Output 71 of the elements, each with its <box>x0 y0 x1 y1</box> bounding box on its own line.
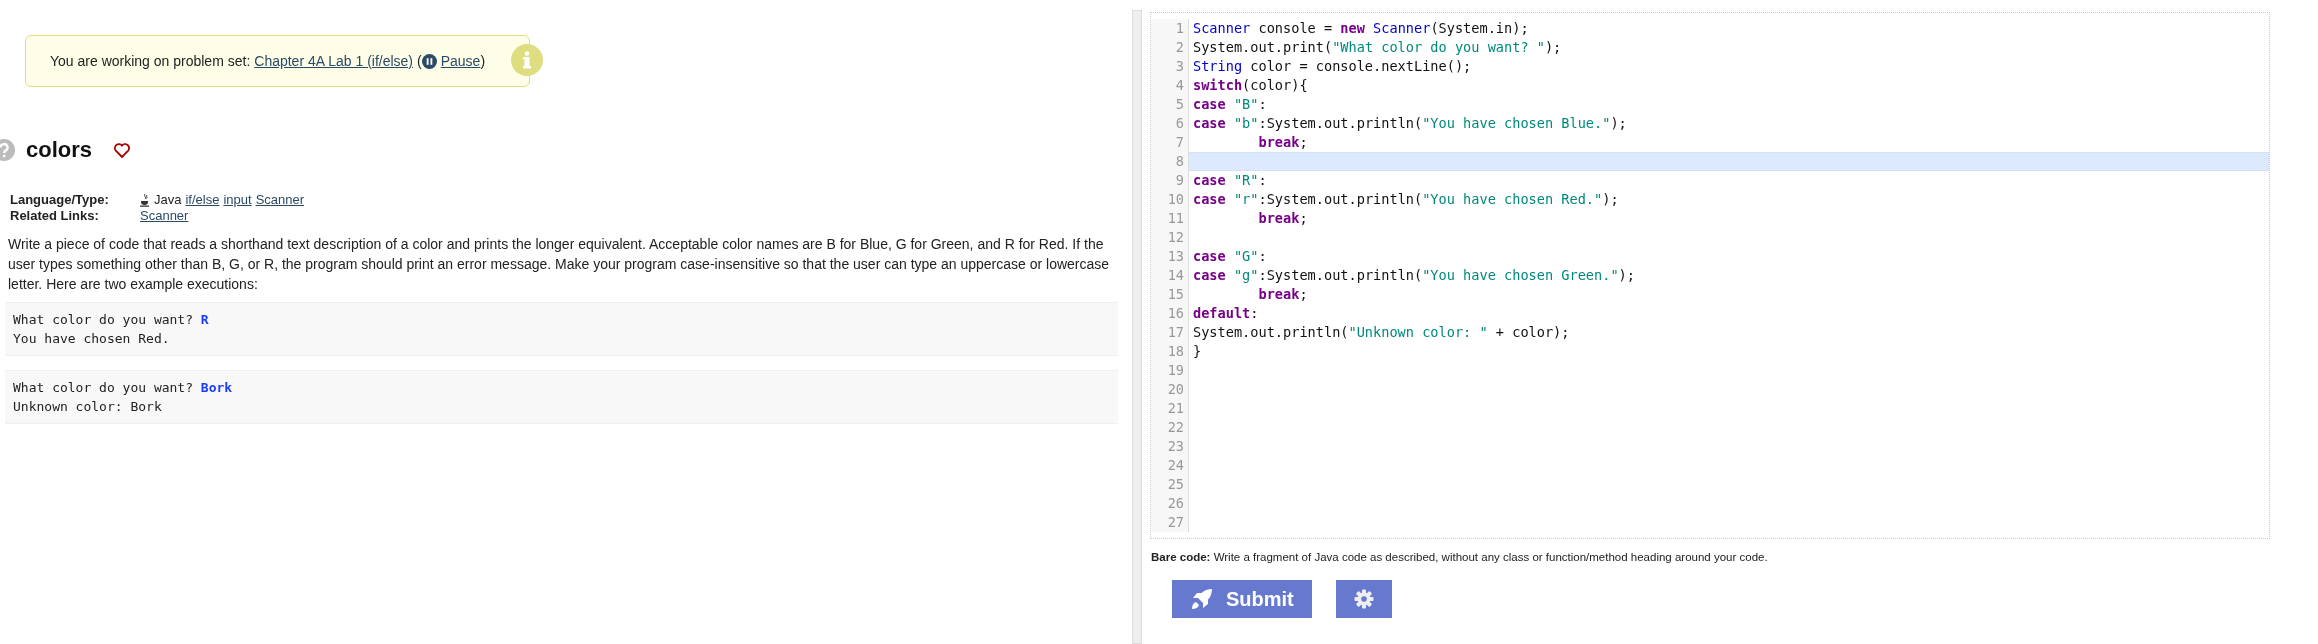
banner-text: You are working on problem set: <box>50 51 251 71</box>
heart-icon[interactable] <box>114 142 131 158</box>
output-line: Unknown color: Bork <box>13 398 163 416</box>
code-line: } <box>1192 342 1202 361</box>
line-number: 1 <box>1151 19 1189 38</box>
line-number: 21 <box>1151 399 1189 418</box>
line-number: 14 <box>1151 266 1189 285</box>
topic-link[interactable]: input <box>223 192 252 208</box>
line-number: 17 <box>1151 323 1189 342</box>
code-line: String color = console.nextLine(); <box>1192 57 1472 76</box>
line-number: 16 <box>1151 304 1189 323</box>
code-line: default: <box>1192 304 1259 323</box>
language-name: Java <box>154 192 182 208</box>
code-line: Scanner console = new Scanner(System.in); <box>1192 19 1529 38</box>
meta-label: Language/Type: <box>10 192 110 208</box>
code-editor[interactable] <box>1150 12 2270 539</box>
code-line: case "G": <box>1192 247 1267 266</box>
code-line: case "r":System.out.println("You have chosen Red."); <box>1192 190 1619 209</box>
code-line: break; <box>1257 209 1308 228</box>
topic-link[interactable]: Scanner <box>255 192 305 208</box>
line-number: 11 <box>1151 209 1189 228</box>
line-number: 10 <box>1151 190 1189 209</box>
code-line: switch(color){ <box>1192 76 1308 95</box>
line-number: 7 <box>1151 133 1189 152</box>
output-line: You have chosen Red. <box>13 330 171 348</box>
code-line: case "R": <box>1192 171 1267 190</box>
pause-icon <box>421 53 437 69</box>
code-line: case "b":System.out.println("You have chosen Blue."); <box>1192 114 1627 133</box>
line-number: 26 <box>1151 494 1189 513</box>
line-number: 3 <box>1151 57 1189 76</box>
line-number: 25 <box>1151 475 1189 494</box>
line-number: 13 <box>1151 247 1189 266</box>
help-icon[interactable] <box>0 138 18 161</box>
coffee-cup-icon <box>140 194 150 208</box>
code-line: case "B": <box>1192 95 1267 114</box>
line-number: 4 <box>1151 76 1189 95</box>
topic-link[interactable]: if/else <box>185 192 220 208</box>
parenthesis: ) <box>480 51 486 71</box>
line-number: 15 <box>1151 285 1189 304</box>
code-line: case "g":System.out.println("You have chosen Green."); <box>1192 266 1635 285</box>
meta-label: Related Links: <box>10 208 100 224</box>
output-line: What color do you want? R <box>13 311 210 329</box>
code-line: System.out.print("What color do you want? "); <box>1192 38 1562 57</box>
line-number: 20 <box>1151 380 1189 399</box>
line-number: 8 <box>1151 152 1189 171</box>
line-number: 19 <box>1151 361 1189 380</box>
submit-button[interactable]: Submit <box>1172 580 1312 619</box>
parenthesis: ( <box>417 51 422 71</box>
problem-set-link[interactable]: Chapter 4A Lab 1 (if/else) <box>254 50 414 72</box>
line-number: 18 <box>1151 342 1189 361</box>
line-number: 2 <box>1151 38 1189 57</box>
bare-code-note: Bare code: Write a fragment of Java code as described, without any class or function/method heading around your code. <box>1151 550 1769 565</box>
code-line: break; <box>1257 285 1308 304</box>
line-number: 24 <box>1151 456 1189 475</box>
line-number: 6 <box>1151 114 1189 133</box>
pause-link[interactable]: Pause <box>421 50 481 72</box>
problem-title: colors <box>26 136 93 164</box>
output-line: What color do you want? Bork <box>13 379 234 397</box>
settings-button[interactable] <box>1335 580 1392 619</box>
info-icon[interactable] <box>511 44 543 76</box>
code-line: break; <box>1257 133 1308 152</box>
line-number: 27 <box>1151 513 1189 532</box>
topic-link[interactable]: Scanner <box>140 208 189 224</box>
rocket-icon <box>1190 587 1214 612</box>
line-number: 22 <box>1151 418 1189 437</box>
line-number: 12 <box>1151 228 1189 247</box>
code-line: System.out.println("Unknown color: " + color); <box>1192 323 1570 342</box>
problem-description: Write a piece of code that reads a shorthand text description of a color and prints the longer equivalent. Acceptable color names are B for Blue, G for Green, and R for Red. If the user types something other than B, G, or R, the program should print an error message. Make your program case-insensitive so that the user can type an uppercase or lowercase letter. Here are two example executions: <box>8 235 1111 294</box>
line-number: 5 <box>1151 95 1189 114</box>
line-number: 9 <box>1151 171 1189 190</box>
line-number: 23 <box>1151 437 1189 456</box>
